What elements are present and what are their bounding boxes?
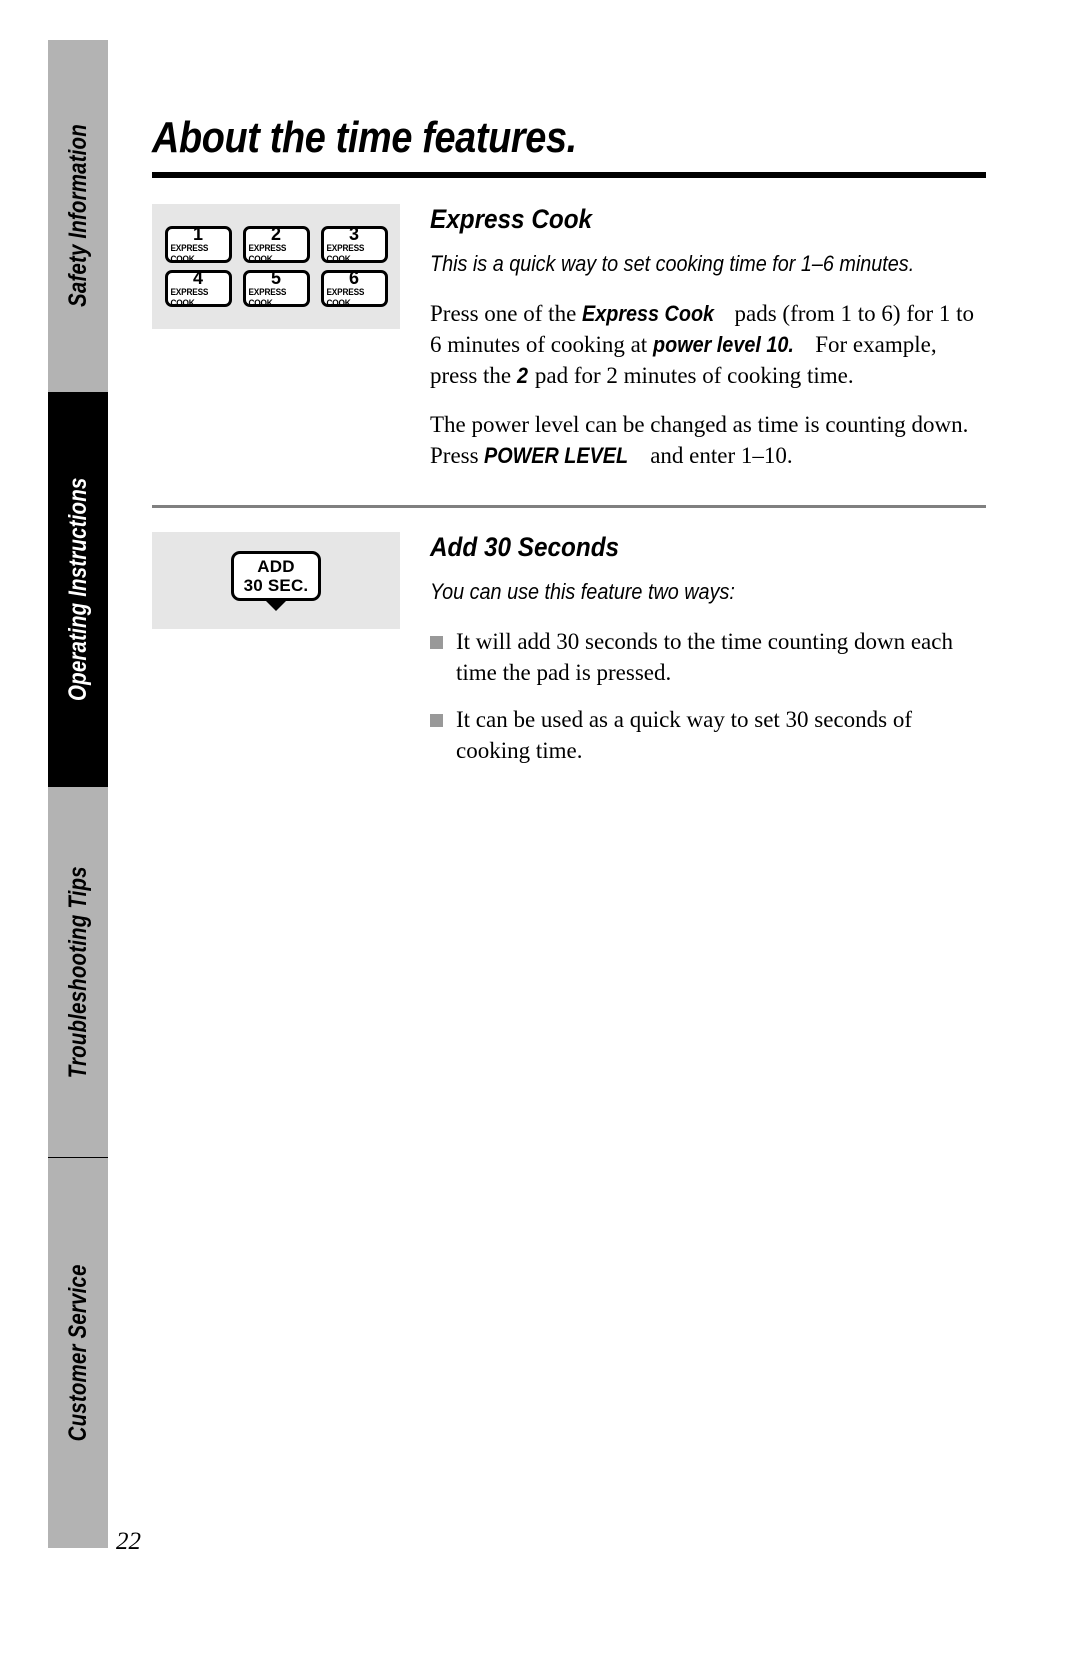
keypad-row: 1 EXPRESS COOK 2 EXPRESS COOK 3 EXPRESS … xyxy=(164,223,388,264)
sidebar-item-label: Safety Information xyxy=(63,124,92,308)
express-cook-keypad: 1 EXPRESS COOK 2 EXPRESS COOK 3 EXPRESS … xyxy=(152,204,400,329)
express-cook-text: Express Cook This is a quick way to set … xyxy=(400,204,986,471)
section-divider xyxy=(152,505,986,508)
add-30-seconds-panel: ADD 30 SEC. xyxy=(152,532,400,629)
express-cook-key-2[interactable]: 2 EXPRESS COOK xyxy=(242,223,310,264)
express-cook-key-3[interactable]: 3 EXPRESS COOK xyxy=(320,223,388,264)
sidebar-item-label: Troubleshooting Tips xyxy=(63,865,92,1079)
bullet-square-icon xyxy=(430,714,443,727)
sidebar-item-operating-instructions[interactable]: Operating Instructions xyxy=(48,392,108,787)
key-number: 6 xyxy=(348,267,359,288)
run-emphasis: 2 xyxy=(516,363,528,388)
key-caption: EXPRESS COOK xyxy=(247,286,286,308)
sidebar-item-troubleshooting-tips[interactable]: Troubleshooting Tips xyxy=(48,787,108,1157)
key-line-2: 30 SEC. xyxy=(243,575,309,595)
key-caption: EXPRESS COOK xyxy=(169,286,208,308)
list-item-text: It can be used as a quick way to set 30 … xyxy=(456,707,913,763)
express-cook-figure: 1 EXPRESS COOK 2 EXPRESS COOK 3 EXPRESS … xyxy=(152,204,400,329)
page-content: About the time features. 1 EXPRESS COOK … xyxy=(152,112,986,766)
section-heading: Add 30 Seconds xyxy=(430,532,620,562)
express-cook-key-1[interactable]: 1 EXPRESS COOK xyxy=(164,223,232,264)
list-item: It can be used as a quick way to set 30 … xyxy=(430,704,986,766)
section-express-cook: 1 EXPRESS COOK 2 EXPRESS COOK 3 EXPRESS … xyxy=(152,204,986,471)
key-caption: EXPRESS COOK xyxy=(247,242,286,264)
paragraph: Press one of the Express Cook pads (from… xyxy=(430,298,986,391)
key-caption: EXPRESS COOK xyxy=(325,286,364,308)
key-number: 1 xyxy=(192,223,203,244)
paragraph: The power level can be changed as time i… xyxy=(430,409,986,471)
key-number: 4 xyxy=(192,267,203,288)
run-text: and enter 1–10. xyxy=(644,443,793,468)
manual-page: Safety Information Operating Instruction… xyxy=(0,0,1080,1669)
key-number: 5 xyxy=(270,267,281,288)
run-emphasis: power level 10. xyxy=(652,332,794,357)
add-30-sec-key[interactable]: ADD 30 SEC. xyxy=(231,550,321,601)
keypad-row: 4 EXPRESS COOK 5 EXPRESS COOK 6 EXPRESS … xyxy=(164,267,388,308)
section-intro: This is a quick way to set cooking time … xyxy=(430,251,915,276)
title-rule xyxy=(152,172,986,178)
section-heading: Express Cook xyxy=(430,204,593,234)
express-cook-key-4[interactable]: 4 EXPRESS COOK xyxy=(164,267,232,308)
run-text: Press one of the xyxy=(430,301,583,326)
bullet-list: It will add 30 seconds to the time count… xyxy=(430,626,986,766)
run-text: pad for 2 minutes of cooking time. xyxy=(529,363,854,388)
sidebar-item-label: Operating Instructions xyxy=(63,477,92,702)
key-line-1: ADD xyxy=(257,556,295,576)
express-cook-key-6[interactable]: 6 EXPRESS COOK xyxy=(320,267,388,308)
section-intro: You can use this feature two ways: xyxy=(430,579,735,604)
sidebar-tabs: Safety Information Operating Instruction… xyxy=(48,40,108,1548)
run-emphasis: Express Cook xyxy=(582,301,715,326)
add-30-seconds-text: Add 30 Seconds You can use this feature … xyxy=(400,532,986,766)
add-30-seconds-figure: ADD 30 SEC. xyxy=(152,532,400,629)
sidebar-item-safety-information[interactable]: Safety Information xyxy=(48,40,108,392)
express-cook-key-5[interactable]: 5 EXPRESS COOK xyxy=(242,267,310,308)
sidebar-item-label: Customer Service xyxy=(63,1264,92,1442)
page-title: About the time features. xyxy=(152,113,577,162)
list-item-text: It will add 30 seconds to the time count… xyxy=(456,629,953,685)
bullet-square-icon xyxy=(430,636,443,649)
list-item: It will add 30 seconds to the time count… xyxy=(430,626,986,688)
add-30-sec-key-wrap: ADD 30 SEC. xyxy=(231,550,321,611)
key-number: 3 xyxy=(348,223,359,244)
key-number: 2 xyxy=(270,223,281,244)
page-number: 22 xyxy=(116,1528,141,1555)
triangle-pointer-icon xyxy=(265,599,287,611)
section-add-30-seconds: ADD 30 SEC. Add 30 Seconds You can use t… xyxy=(152,532,986,766)
key-caption: EXPRESS COOK xyxy=(169,242,208,264)
sidebar-item-customer-service[interactable]: Customer Service xyxy=(48,1158,108,1548)
key-caption: EXPRESS COOK xyxy=(325,242,364,264)
run-emphasis: POWER LEVEL xyxy=(484,443,629,468)
